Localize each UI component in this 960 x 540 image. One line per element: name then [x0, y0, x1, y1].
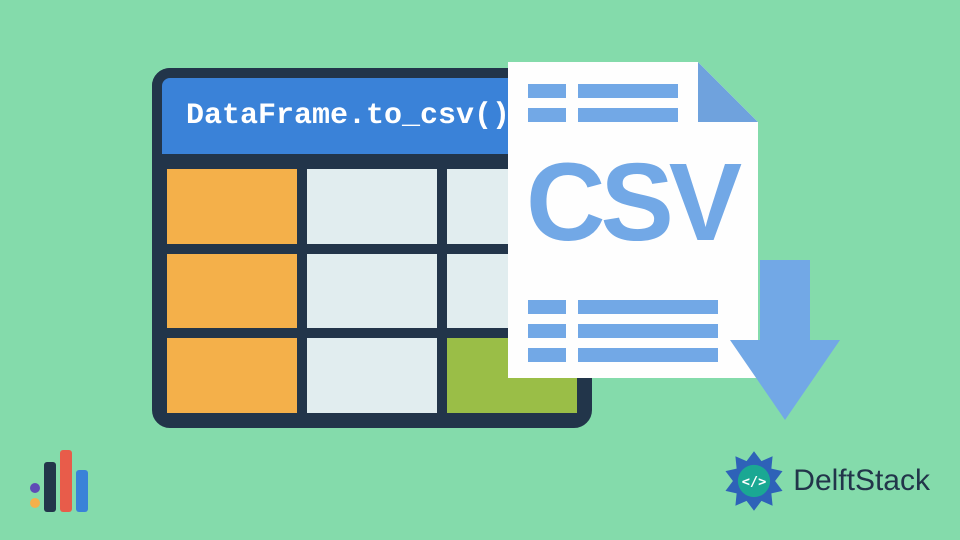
logo-dot — [30, 483, 40, 493]
brand-emblem-icon: </> — [723, 450, 785, 512]
site-logo-small — [30, 450, 88, 512]
table-cell — [162, 249, 302, 334]
logo-dot — [30, 498, 40, 508]
table-cell — [302, 164, 442, 249]
illustration-canvas: DataFrame.to_csv() CSV — [0, 0, 960, 540]
table-cell — [302, 333, 442, 418]
table-cell — [162, 164, 302, 249]
code-text: DataFrame.to_csv() — [186, 99, 510, 133]
csv-label: CSV — [526, 148, 737, 258]
brand-name: DelftStack — [793, 464, 930, 498]
file-content-lines-top — [528, 84, 688, 132]
file-content-lines-bottom — [528, 300, 738, 372]
brand-logo: </> DelftStack — [723, 450, 930, 512]
table-cell — [302, 249, 442, 334]
table-cell — [162, 333, 302, 418]
logo-bar — [44, 462, 56, 512]
logo-bar — [76, 470, 88, 512]
svg-text:</>: </> — [742, 474, 767, 490]
csv-file-icon: CSV — [508, 62, 758, 378]
download-arrow-icon — [730, 260, 840, 420]
logo-bar — [60, 450, 72, 512]
